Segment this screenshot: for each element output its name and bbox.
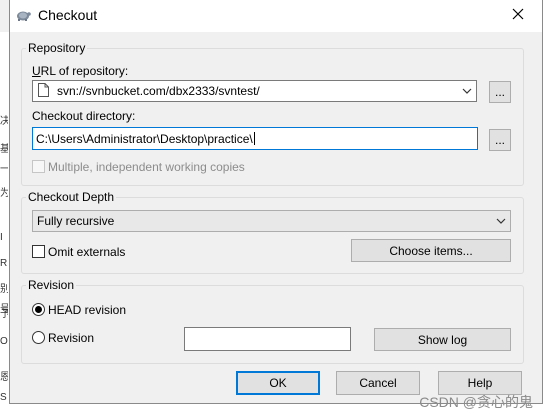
window-title: Checkout <box>38 7 98 23</box>
depth-select[interactable]: Fully recursive <box>32 210 511 232</box>
url-label-text: RL of repository: <box>40 64 129 78</box>
revision-radio[interactable] <box>32 331 45 344</box>
depth-selected-value: Fully recursive <box>37 214 115 228</box>
multiple-copies-label: Multiple, independent working copies <box>48 160 245 174</box>
background-glyph: S <box>0 392 7 403</box>
background-glyph: 一 <box>0 164 8 175</box>
checkout-dir-value: C:\Users\Administrator\Desktop\practice\ <box>36 131 253 146</box>
chevron-down-icon <box>496 215 506 225</box>
checkout-dir-label-text: Checkout directory: <box>32 109 136 123</box>
checkout-dialog: Checkout Repository URL of repository: s… <box>9 0 543 404</box>
url-label: URL of repository: <box>32 64 129 78</box>
url-browse-button[interactable]: ... <box>489 81 511 103</box>
background-glyph: I <box>0 232 3 243</box>
omit-externals-checkbox[interactable] <box>32 245 45 258</box>
background-glyph: 恩 <box>0 372 8 383</box>
dir-browse-button[interactable]: ... <box>489 129 511 151</box>
tortoisesvn-icon <box>15 8 31 22</box>
cancel-button[interactable]: Cancel <box>336 371 420 395</box>
url-combo[interactable]: svn://svnbucket.com/dbx2333/svntest/ <box>32 80 477 102</box>
show-log-button[interactable]: Show log <box>374 328 511 351</box>
checkout-dir-label: Checkout directory: <box>32 109 135 123</box>
head-revision-radio[interactable] <box>32 303 45 316</box>
background-glyph: 为 <box>0 188 8 199</box>
revision-input[interactable] <box>184 327 351 351</box>
multiple-copies-checkbox[interactable] <box>32 160 45 173</box>
chevron-down-icon <box>462 85 472 95</box>
checkout-directory-input[interactable]: C:\Users\Administrator\Desktop\practice\ <box>32 127 478 150</box>
close-icon <box>512 8 524 23</box>
background-glyph: 基 <box>0 144 8 155</box>
choose-items-button[interactable]: Choose items... <box>351 239 511 262</box>
title-bar: Checkout <box>10 0 542 32</box>
ok-button[interactable]: OK <box>236 371 320 395</box>
url-value: svn://svnbucket.com/dbx2333/svntest/ <box>57 84 260 98</box>
background-glyph: 予 <box>0 309 8 320</box>
background-glyph: R <box>0 258 8 269</box>
omit-externals-label: Omit externals <box>48 245 126 259</box>
file-icon <box>38 82 49 100</box>
revision-group: Revision <box>21 278 524 364</box>
background-glyph: 决 <box>0 116 8 127</box>
revision-legend: Revision <box>28 278 75 292</box>
text-caret <box>253 132 255 145</box>
depth-legend: Checkout Depth <box>28 190 115 204</box>
csdn-watermark: CSDN @贪心的鬼 <box>419 394 533 410</box>
close-button[interactable] <box>496 0 540 30</box>
revision-label: Revision <box>48 331 95 345</box>
background-glyph: O <box>0 336 8 347</box>
head-revision-label: HEAD revision <box>48 303 127 317</box>
repository-legend: Repository <box>28 41 86 55</box>
background-glyph: 别 <box>0 284 8 295</box>
